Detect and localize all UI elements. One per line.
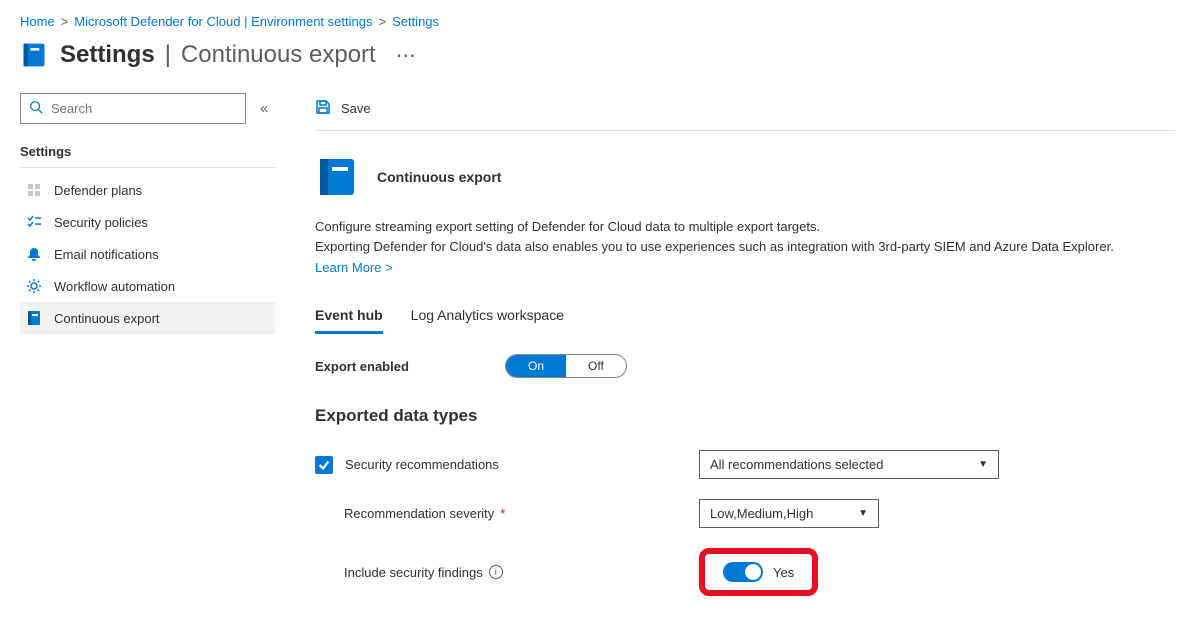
sidebar: « Settings Defender plans Security polic… — [0, 93, 285, 616]
toggle-off[interactable]: Off — [566, 355, 626, 377]
sidebar-item-email-notifications[interactable]: Email notifications — [20, 238, 275, 270]
sidebar-heading: Settings — [20, 144, 275, 168]
toggle-knob — [745, 564, 761, 580]
intro-desc-1: Configure streaming export setting of De… — [315, 217, 1175, 237]
page-title-bar: | — [165, 41, 171, 69]
save-button[interactable]: Save — [315, 99, 371, 118]
highlight-box: Yes — [699, 548, 818, 596]
breadcrumb-home[interactable]: Home — [20, 14, 55, 29]
chevron-down-icon: ▼ — [978, 459, 988, 470]
page-title-strong: Settings — [60, 41, 155, 69]
required-star: * — [500, 506, 505, 521]
include-findings-label: Include security findings — [344, 565, 483, 580]
save-label: Save — [341, 101, 371, 116]
tab-log-analytics[interactable]: Log Analytics workspace — [411, 307, 564, 334]
breadcrumb-settings[interactable]: Settings — [392, 14, 439, 29]
gear-icon — [26, 278, 42, 294]
book-icon — [26, 310, 42, 326]
breadcrumb-sep: > — [61, 14, 69, 29]
tab-event-hub[interactable]: Event hub — [315, 307, 383, 334]
breadcrumb: Home > Microsoft Defender for Cloud | En… — [0, 0, 1195, 37]
toolbar: Save — [315, 93, 1175, 131]
more-actions-icon[interactable]: ⋯ — [396, 43, 418, 68]
learn-more-link[interactable]: Learn More > — [315, 260, 393, 275]
section-intro-title: Continuous export — [377, 169, 501, 185]
save-icon — [315, 99, 331, 118]
sidebar-item-label: Email notifications — [54, 247, 159, 262]
info-icon[interactable]: i — [489, 565, 503, 579]
toggle-on[interactable]: On — [506, 355, 566, 377]
severity-dropdown[interactable]: Low,Medium,High ▼ — [699, 499, 879, 528]
book-icon — [315, 155, 359, 199]
sidebar-item-label: Workflow automation — [54, 279, 175, 294]
intro-desc-2: Exporting Defender for Cloud's data also… — [315, 237, 1175, 257]
shield-grid-icon — [26, 182, 42, 198]
sidebar-item-workflow-automation[interactable]: Workflow automation — [20, 270, 275, 302]
main-content: Save Continuous export Configure streami… — [285, 93, 1195, 616]
recommendation-severity-label: Recommendation severity — [344, 506, 494, 521]
page-header: Settings | Continuous export ⋯ — [0, 37, 1195, 93]
dropdown-value: Low,Medium,High — [710, 506, 813, 521]
export-enabled-toggle[interactable]: On Off — [505, 354, 627, 378]
sidebar-item-defender-plans[interactable]: Defender plans — [20, 174, 275, 206]
tabs: Event hub Log Analytics workspace — [315, 307, 1175, 334]
search-box[interactable] — [20, 93, 246, 124]
search-input[interactable] — [51, 101, 237, 116]
checklist-icon — [26, 214, 42, 230]
include-findings-value: Yes — [773, 565, 794, 580]
recommendations-dropdown[interactable]: All recommendations selected ▼ — [699, 450, 999, 479]
sidebar-item-label: Security policies — [54, 215, 148, 230]
export-enabled-label: Export enabled — [315, 359, 505, 374]
security-recommendations-label: Security recommendations — [345, 457, 499, 472]
sidebar-item-label: Defender plans — [54, 183, 142, 198]
collapse-sidebar-icon[interactable]: « — [260, 100, 268, 117]
bell-icon — [26, 246, 42, 262]
include-findings-toggle[interactable] — [723, 562, 763, 582]
sidebar-item-security-policies[interactable]: Security policies — [20, 206, 275, 238]
breadcrumb-defender[interactable]: Microsoft Defender for Cloud | Environme… — [74, 14, 372, 29]
book-icon — [20, 41, 48, 69]
page-title-sub: Continuous export — [181, 41, 376, 69]
sidebar-item-label: Continuous export — [54, 311, 160, 326]
chevron-down-icon: ▼ — [858, 508, 868, 519]
security-recommendations-checkbox[interactable] — [315, 456, 333, 474]
sidebar-item-continuous-export[interactable]: Continuous export — [20, 302, 275, 334]
search-icon — [29, 100, 43, 117]
exported-data-types-heading: Exported data types — [315, 406, 1175, 426]
section-intro: Continuous export — [315, 155, 1175, 199]
dropdown-value: All recommendations selected — [710, 457, 883, 472]
breadcrumb-sep: > — [378, 14, 386, 29]
